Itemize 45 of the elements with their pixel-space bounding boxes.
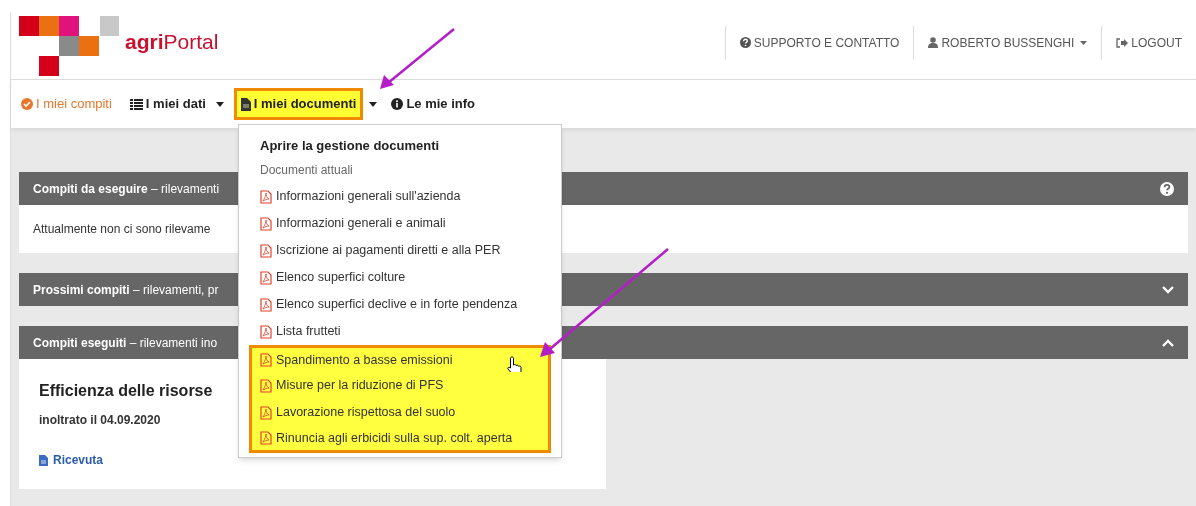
receipt-link[interactable]: Ricevuta: [39, 451, 104, 469]
chevron-down-icon[interactable]: [1162, 285, 1174, 294]
document-item[interactable]: Lavorazione rispettosa del suolo: [249, 399, 551, 426]
pdf-file-icon: [260, 216, 272, 231]
help-icon: [739, 37, 751, 48]
check-circle-icon: [21, 98, 33, 110]
document-icon: [240, 97, 251, 111]
card-date: inoltrato il 04.09.2020: [39, 412, 161, 429]
document-item[interactable]: Misure per la riduzione di PFS: [249, 372, 551, 399]
pdf-file-icon: [260, 189, 272, 204]
document-item[interactable]: Informazioni generali e animali: [239, 210, 561, 237]
brand-name: agriPortal: [125, 29, 219, 55]
caret-icon: [1080, 40, 1088, 45]
document-item[interactable]: Rinuncia agli erbicidi sulla sup. colt. aperta: [249, 426, 551, 453]
header-link[interactable]: LOGOUT: [1101, 25, 1196, 60]
chevron-up-icon[interactable]: [1162, 338, 1174, 347]
info-icon: [391, 98, 404, 110]
pdf-file-icon: [260, 270, 272, 285]
caret-icon: [215, 101, 224, 107]
document-item[interactable]: Spandimento a basse emissioni: [249, 345, 551, 372]
panel-title: Prossimi compiti – rilevamenti, pr: [33, 281, 219, 299]
logo-icon: [19, 15, 119, 76]
panel-title: Compiti da eseguire – rilevamenti: [33, 180, 220, 198]
document-item[interactable]: Iscrizione ai pagamenti diretti e alla PER: [239, 237, 561, 264]
card-title: Efficienza delle risorse: [39, 381, 213, 401]
header-link[interactable]: SUPPORTO E CONTATTO: [724, 25, 914, 60]
panel-title: Compiti eseguiti – rilevamenti ino: [33, 334, 218, 352]
header-link[interactable]: ROBERTO BUSSENGHI: [913, 25, 1102, 60]
pdf-file-icon: [260, 324, 272, 339]
list-icon: [129, 98, 143, 110]
user-icon: [928, 37, 939, 48]
nav-tab[interactable]: Le mie info: [387, 88, 480, 120]
pdf-file-icon: [260, 378, 272, 393]
logout-icon: [1116, 37, 1129, 48]
pdf-file-icon: [260, 243, 272, 258]
help-icon[interactable]: [1160, 181, 1174, 196]
dropdown-title[interactable]: Aprire la gestione documenti: [239, 135, 561, 157]
nav-tab[interactable]: I miei dati: [125, 88, 224, 120]
pdf-file-icon: [260, 353, 272, 367]
pdf-file-icon: [260, 405, 272, 420]
pdf-file-icon: [260, 431, 272, 445]
empty-message: Attualmente non ci sono rilevame: [33, 221, 211, 238]
caret-icon: [369, 101, 378, 107]
pdf-file-icon: [260, 297, 272, 312]
document-icon: [39, 454, 48, 466]
